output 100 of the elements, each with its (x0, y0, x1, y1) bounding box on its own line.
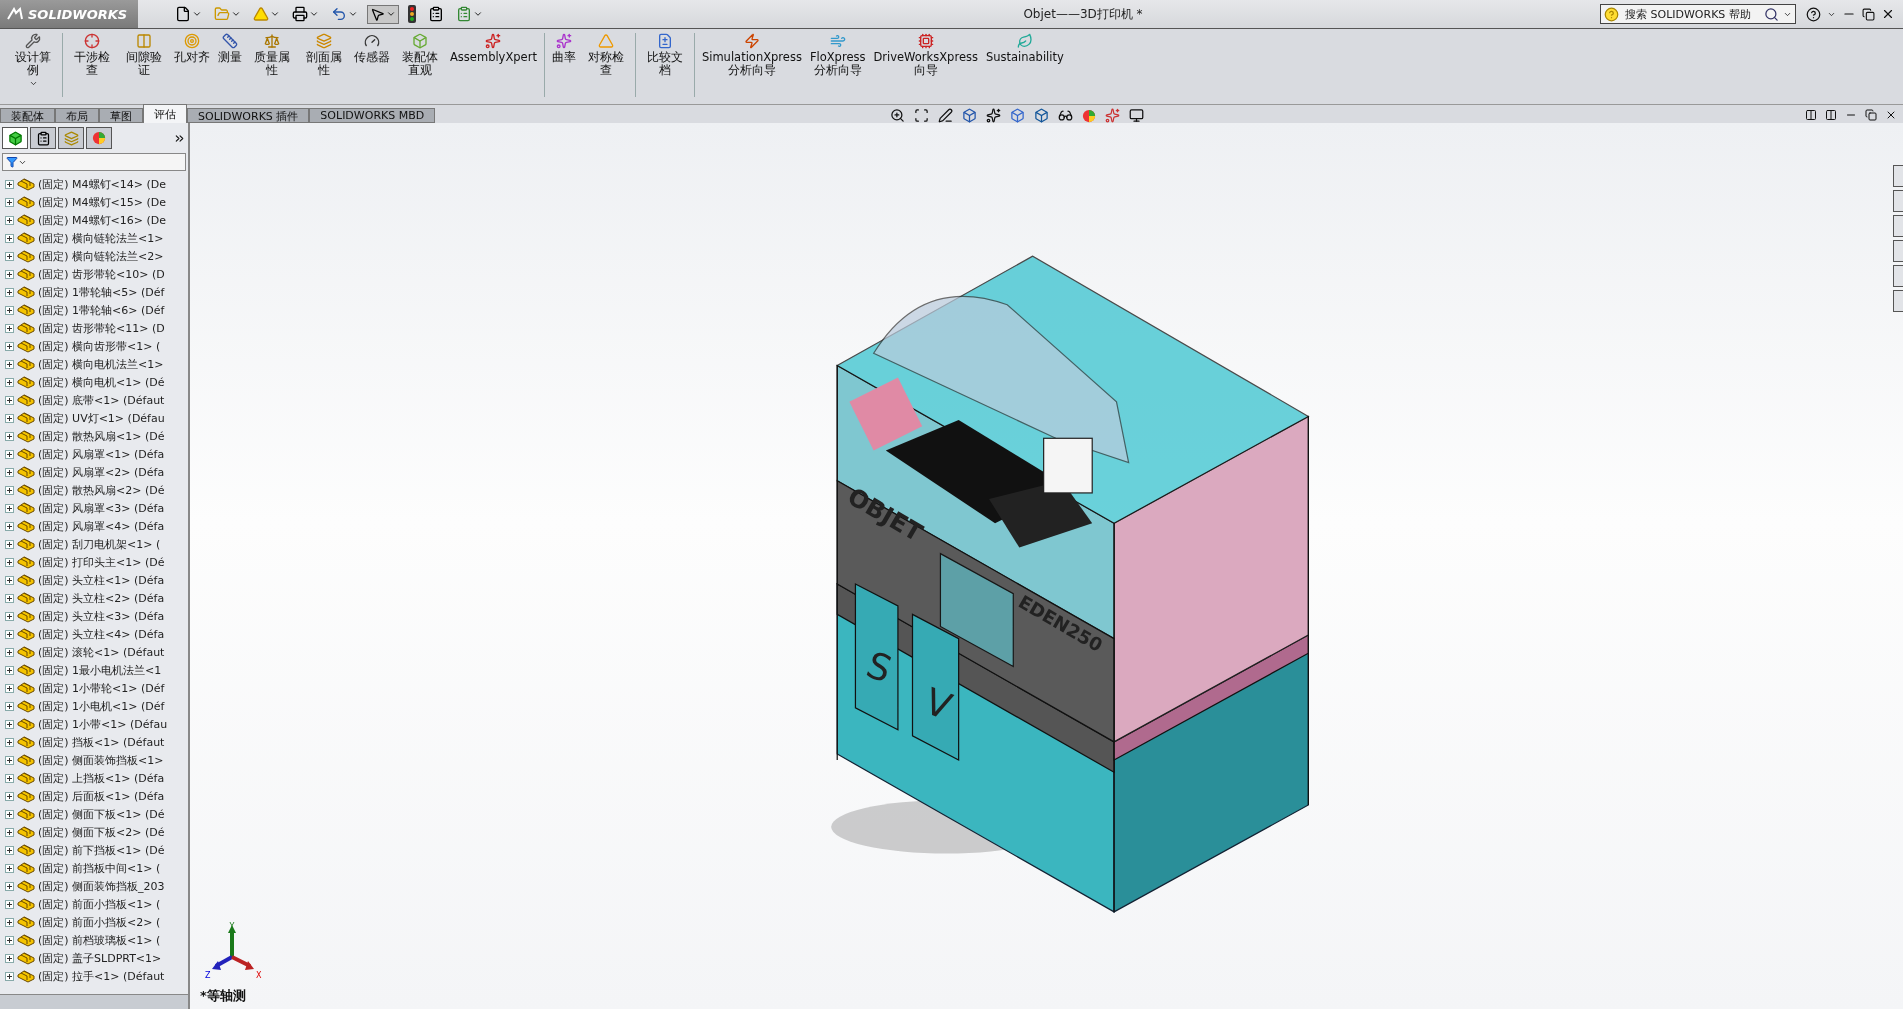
tree-item[interactable]: (固定) 横向链轮法兰<2> (38, 248, 164, 264)
ribbon-button[interactable]: 间隙验证 (121, 33, 167, 77)
tree-item[interactable]: (固定) 侧面下板<2> (Dé (38, 824, 165, 840)
tree-item[interactable]: (固定) 1带轮轴<5> (Déf (38, 284, 165, 300)
zoom-area-icon[interactable] (914, 108, 929, 123)
display-style-icon[interactable] (1034, 108, 1049, 123)
ribbon-button[interactable]: 测量 (217, 33, 243, 64)
tree-item[interactable]: (固定) 头立柱<2> (Défa (38, 590, 165, 606)
tree-item[interactable]: (固定) 风扇罩<2> (Défa (38, 464, 165, 480)
expand-icon[interactable] (5, 215, 14, 225)
expand-icon[interactable] (5, 269, 14, 279)
tree-item[interactable]: (固定) 侧面装饰挡板<1> (38, 752, 164, 768)
expand-icon[interactable] (5, 305, 14, 315)
tree-item[interactable]: (固定) 1带轮轴<6> (Déf (38, 302, 165, 318)
monitor-icon[interactable] (1129, 108, 1144, 123)
expand-icon[interactable] (5, 845, 14, 855)
scene-icon[interactable] (1105, 108, 1120, 123)
ribbon-button[interactable]: AssemblyXpert (449, 33, 538, 64)
expand-icon[interactable] (5, 791, 14, 801)
expand-icon[interactable] (5, 431, 14, 441)
tree-item[interactable]: (固定) 前面小挡板<2> ( (38, 914, 161, 930)
expand-icon[interactable] (5, 863, 14, 873)
tree-item[interactable]: (固定) 1小带轮<1> (Déf (38, 680, 165, 696)
ribbon-button[interactable]: SimulationXpress 分析向导 (700, 33, 803, 77)
expand-icon[interactable] (5, 557, 14, 567)
task-pane-tab[interactable] (1893, 215, 1903, 237)
command-tab[interactable]: SOLIDWORKS 插件 (187, 108, 310, 123)
help-icon[interactable] (1806, 6, 1821, 22)
ribbon-button[interactable]: DriveWorksXpress 向导 (872, 33, 979, 77)
expand-icon[interactable] (5, 449, 14, 459)
expand-icon[interactable] (5, 899, 14, 909)
expand-icon[interactable] (5, 809, 14, 819)
tree-item[interactable]: (固定) 前下挡板<1> (Dé (38, 842, 165, 858)
expand-icon[interactable] (5, 575, 14, 585)
ribbon-button[interactable]: 传感器 (353, 33, 391, 64)
expand-icon[interactable] (5, 935, 14, 945)
expand-icon[interactable] (5, 755, 14, 765)
ribbon-button[interactable]: 设计算例 (10, 33, 56, 88)
task-pane-tab[interactable] (1893, 165, 1903, 187)
expand-icon[interactable] (5, 503, 14, 513)
tree-item[interactable]: (固定) 头立柱<3> (Défa (38, 608, 165, 624)
tree-item[interactable]: (固定) 头立柱<4> (Défa (38, 626, 165, 642)
ribbon-button[interactable]: Sustainability (984, 33, 1065, 64)
tree-item[interactable]: (固定) 横向链轮法兰<1> (38, 230, 164, 246)
expand-icon[interactable] (5, 521, 14, 531)
ribbon-button[interactable]: 质量属性 (249, 33, 295, 77)
ribbon-button[interactable]: 干涉检查 (69, 33, 115, 77)
tree-item[interactable]: (固定) 前挡板中间<1> ( (38, 860, 161, 876)
section-view-icon[interactable] (962, 108, 977, 123)
tree-item[interactable]: (固定) UV灯<1> (Défau (38, 410, 165, 426)
tree-item[interactable]: (固定) 侧面下板<1> (Dé (38, 806, 165, 822)
zoom-to-fit-icon[interactable] (890, 108, 905, 123)
split-view-icon[interactable] (1825, 109, 1837, 121)
traffic-light-button[interactable] (405, 3, 419, 25)
tree-item[interactable]: (固定) M4螺钉<16> (De (38, 212, 167, 228)
expand-icon[interactable] (5, 539, 14, 549)
expand-icon[interactable] (5, 683, 14, 693)
expand-icon[interactable] (5, 233, 14, 243)
tree-item[interactable]: (固定) 前面小挡板<1> ( (38, 896, 161, 912)
appearance-icon[interactable] (1082, 108, 1096, 123)
expand-icon[interactable] (5, 665, 14, 675)
ribbon-button[interactable]: FloXpress 分析向导 (808, 33, 867, 77)
tree-item[interactable]: (固定) 横向电机法兰<1> (38, 356, 164, 372)
ribbon-button[interactable]: 孔对齐 (173, 33, 211, 64)
expand-icon[interactable] (5, 467, 14, 477)
tree-item[interactable]: (固定) 底带<1> (Défaut (38, 392, 165, 408)
expand-icon[interactable] (5, 629, 14, 639)
expand-icon[interactable] (5, 287, 14, 297)
command-tab[interactable]: 装配体 (0, 108, 55, 123)
expand-icon[interactable] (5, 395, 14, 405)
expand-icon[interactable] (5, 953, 14, 963)
tree-item[interactable]: (固定) 齿形带轮<10> (D (38, 266, 165, 282)
select-button[interactable] (367, 4, 399, 24)
command-tab[interactable]: SOLIDWORKS MBD (309, 108, 436, 123)
property-tab[interactable] (30, 127, 56, 149)
close-icon[interactable] (1885, 109, 1897, 121)
tree-item[interactable]: (固定) M4螺钉<15> (De (38, 194, 167, 210)
tree-item[interactable]: (固定) 风扇罩<1> (Défa (38, 446, 165, 462)
tree-item[interactable]: (固定) 头立柱<1> (Défa (38, 572, 165, 588)
restore-icon[interactable] (1862, 7, 1875, 21)
tree-item[interactable]: (固定) 齿形带轮<11> (D (38, 320, 165, 336)
tree-item[interactable]: (固定) 散热风扇<2> (Dé (38, 482, 165, 498)
help-search-field[interactable]: 搜索 SOLIDWORKS 帮助 (1600, 4, 1796, 24)
appearance-tab[interactable] (86, 127, 112, 149)
tree-item[interactable]: (固定) M4螺钉<14> (De (38, 176, 167, 192)
command-tab[interactable]: 草图 (99, 108, 143, 123)
configuration-tab[interactable] (58, 127, 84, 149)
tree-item[interactable]: (固定) 侧面装饰挡板_203 (38, 878, 165, 894)
tree-item[interactable]: (固定) 横向齿形带<1> ( (38, 338, 161, 354)
tree-item[interactable]: (固定) 1小电机<1> (Déf (38, 698, 165, 714)
filter-field[interactable] (2, 153, 186, 171)
feature-tree-tab[interactable] (2, 127, 28, 149)
tree-item[interactable]: (固定) 后面板<1> (Défa (38, 788, 165, 804)
expand-icon[interactable] (5, 593, 14, 603)
tree-item[interactable]: (固定) 散热风扇<1> (Dé (38, 428, 165, 444)
tree-item[interactable]: (固定) 上挡板<1> (Défa (38, 770, 165, 786)
expand-icon[interactable] (5, 377, 14, 387)
expand-icon[interactable] (5, 413, 14, 423)
close-icon[interactable] (1881, 7, 1895, 21)
expand-icon[interactable] (5, 485, 14, 495)
